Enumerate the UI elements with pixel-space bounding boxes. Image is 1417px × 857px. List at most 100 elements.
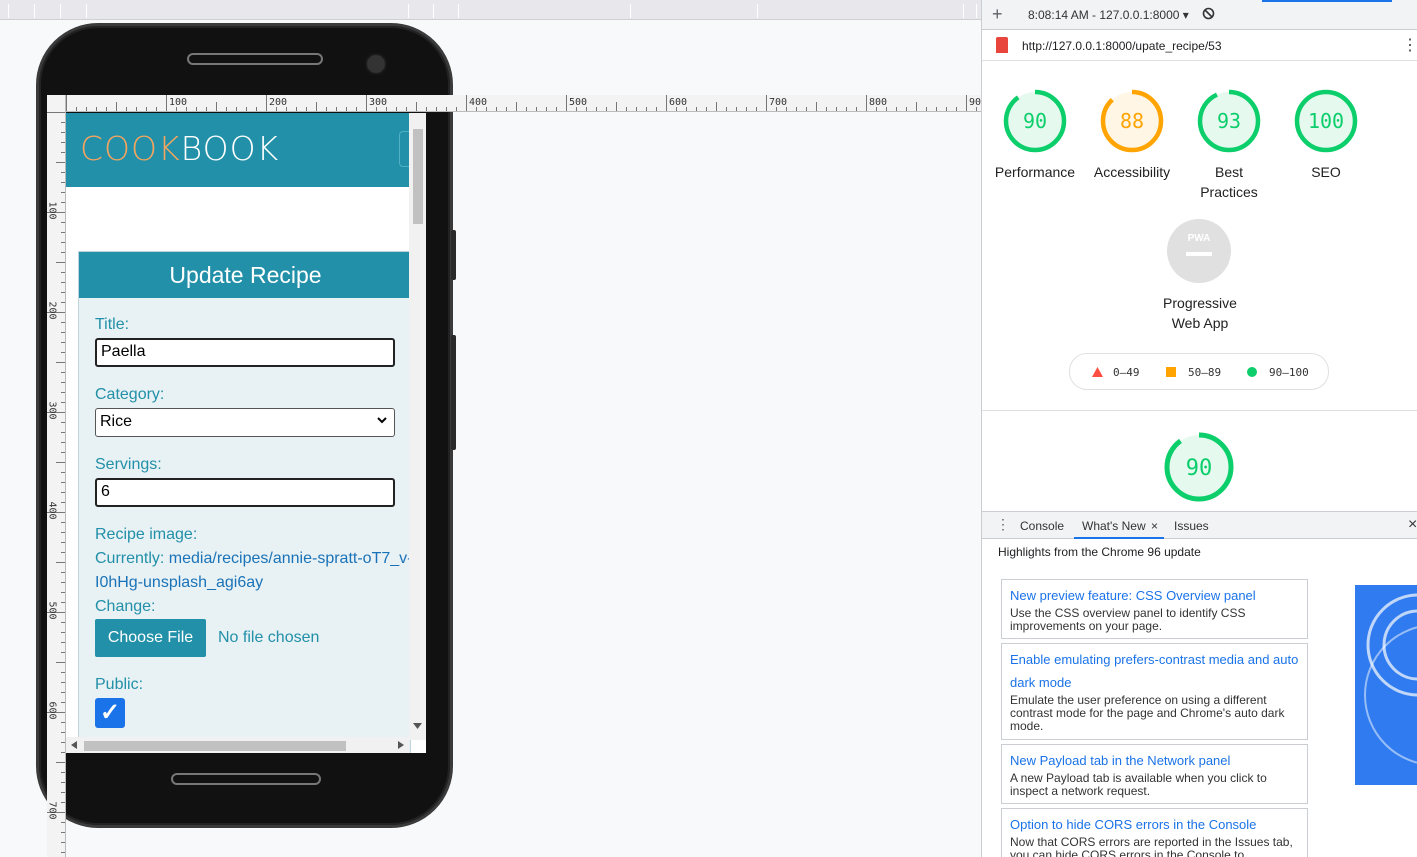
media-query-bar [0, 0, 981, 20]
media-query-marker[interactable] [433, 4, 434, 18]
drawer-menu-icon[interactable]: ⋮ [996, 516, 1010, 533]
report-selector[interactable]: 8:08:14 AM - 127.0.0.1:8000 ▾ [1028, 8, 1189, 22]
media-query-marker[interactable] [60, 4, 61, 18]
currently-label: Currently: [95, 550, 169, 567]
svg-text:PWA: PWA [1188, 233, 1211, 244]
ruler-label: 200 [269, 97, 288, 108]
form-title: Update Recipe [79, 252, 412, 298]
close-tab-icon[interactable]: × [1151, 519, 1158, 533]
media-query-marker[interactable] [757, 4, 758, 18]
report-url[interactable]: http://127.0.0.1:8000/upate_recipe/53 [1022, 39, 1222, 53]
site-logo[interactable]: COOKBOOK [80, 129, 279, 168]
promo-illustration [1355, 585, 1417, 785]
bottom-speaker [171, 773, 321, 785]
camera-icon [365, 53, 387, 75]
no-file-text: No file chosen [218, 629, 320, 646]
ruler-label: 300 [47, 401, 58, 420]
whats-new-card[interactable]: New preview feature: CSS Overview panel … [1001, 579, 1308, 639]
gauge-ring: 88 [1100, 89, 1164, 153]
scroll-thumb[interactable] [413, 129, 423, 224]
media-query-marker[interactable] [630, 4, 631, 18]
choose-file-button[interactable]: Choose File [95, 619, 206, 657]
image-link[interactable]: media/recipes/annie-spratt-oT7_v- [169, 550, 413, 567]
image-link-continued[interactable]: I0hHg-unsplash_agi6ay [95, 574, 263, 592]
chevron-down-icon [377, 417, 387, 424]
currently-line: Currently: media/recipes/annie-spratt-oT… [95, 550, 415, 568]
category-label: Category: [95, 386, 165, 403]
card-title[interactable]: New preview feature: CSS Overview panel [1010, 584, 1299, 607]
ruler-label: 900 [969, 97, 981, 108]
media-query-marker[interactable] [8, 4, 9, 18]
card-title[interactable]: New Payload tab in the Network panel [1010, 749, 1299, 772]
score-gauge[interactable]: 93 Best Practices [1179, 88, 1279, 202]
servings-input[interactable]: 6 [95, 478, 395, 507]
category-value: Rice [100, 413, 133, 430]
add-report-icon[interactable]: + [992, 4, 1003, 25]
recipe-image-label: Recipe image: [95, 526, 198, 543]
card-description: Emulate the user preference on using a d… [1010, 693, 1285, 733]
gauge-ring: 93 [1197, 89, 1261, 153]
ruler-label: 700 [47, 801, 58, 820]
ruler-label: 500 [569, 97, 588, 108]
svg-text:90: 90 [1186, 456, 1213, 481]
close-drawer-icon[interactable]: × [1408, 516, 1417, 534]
scroll-right-icon[interactable] [398, 741, 404, 749]
tab-whats-new[interactable]: What's New [1082, 519, 1146, 533]
more-options-icon[interactable]: ⋮ [1402, 35, 1417, 55]
clear-icon[interactable] [1202, 7, 1215, 20]
gauge-ring: 100 [1294, 89, 1358, 153]
card-description: Use the CSS overview panel to identify C… [1010, 606, 1246, 633]
title-input[interactable]: Paella [95, 338, 395, 367]
ruler-label: 200 [47, 301, 58, 320]
scroll-thumb[interactable] [84, 741, 346, 751]
pwa-gauge[interactable]: PWA [1149, 218, 1249, 284]
ruler-label: 500 [47, 601, 58, 620]
tab-issues[interactable]: Issues [1174, 519, 1209, 533]
average-square-icon [1166, 367, 1176, 377]
fail-triangle-icon [1092, 367, 1103, 377]
update-recipe-form: Update Recipe Title: Paella Category: Ri… [78, 251, 412, 753]
score-gauge[interactable]: 90 Performance [985, 88, 1085, 182]
ruler-label: 700 [769, 97, 788, 108]
score-gauge[interactable]: 100 SEO [1276, 88, 1376, 182]
card-description: A new Payload tab is available when you … [1010, 771, 1267, 798]
media-query-marker[interactable] [458, 4, 459, 18]
card-title[interactable]: Option to hide CORS errors in the Consol… [1010, 813, 1299, 836]
public-checkbox[interactable]: ✓ [95, 698, 125, 728]
media-query-marker[interactable] [976, 4, 977, 18]
media-query-marker[interactable] [963, 4, 964, 18]
whats-new-card[interactable]: Enable emulating prefers-contrast media … [1001, 643, 1308, 740]
media-query-marker[interactable] [34, 4, 35, 18]
ruler-label: 800 [869, 97, 888, 108]
highlights-heading: Highlights from the Chrome 96 update [998, 545, 1201, 559]
media-query-marker[interactable] [86, 4, 87, 18]
devtools-panel: + 8:08:14 AM - 127.0.0.1:8000 ▾ http://1… [981, 0, 1417, 857]
whats-new-card[interactable]: New Payload tab in the Network panel A n… [1001, 744, 1308, 804]
ruler-label: 300 [369, 97, 388, 108]
vertical-ruler: 100 200 300 400 500 600 700 [47, 95, 66, 857]
horizontal-ruler: 100 200 300 400 500 600 700 800 900 [66, 95, 981, 112]
site-header: COOKBOOK [66, 113, 413, 187]
media-query-marker[interactable] [408, 4, 409, 18]
whats-new-card[interactable]: Option to hide CORS errors in the Consol… [1001, 808, 1308, 857]
top-speaker [187, 53, 323, 65]
ruler-label: 600 [669, 97, 688, 108]
vertical-scrollbar[interactable] [409, 113, 426, 740]
scroll-left-icon[interactable] [71, 741, 77, 749]
gauge-ring: 90 [1003, 89, 1067, 153]
ruler-label: 400 [469, 97, 488, 108]
ruler-label: 600 [47, 701, 58, 720]
horizontal-scrollbar[interactable] [66, 737, 409, 753]
active-tab-indicator [1074, 537, 1164, 539]
drawer-tabbar: ⋮ Console What's New × Issues × [982, 511, 1417, 539]
title-label: Title: [95, 316, 130, 333]
card-title[interactable]: Enable emulating prefers-contrast media … [1010, 648, 1299, 694]
pwa-label: Progressive Web App [1130, 293, 1270, 333]
gauge-score: 90 [1023, 109, 1047, 133]
score-gauge[interactable]: 88 Accessibility [1082, 88, 1182, 182]
lighthouse-toolbar: + 8:08:14 AM - 127.0.0.1:8000 ▾ [982, 0, 1417, 30]
performance-section-gauge[interactable]: 90 [1162, 430, 1236, 509]
category-select[interactable]: Rice [95, 408, 395, 437]
tab-console[interactable]: Console [1020, 519, 1064, 533]
scroll-down-icon[interactable] [413, 723, 422, 729]
